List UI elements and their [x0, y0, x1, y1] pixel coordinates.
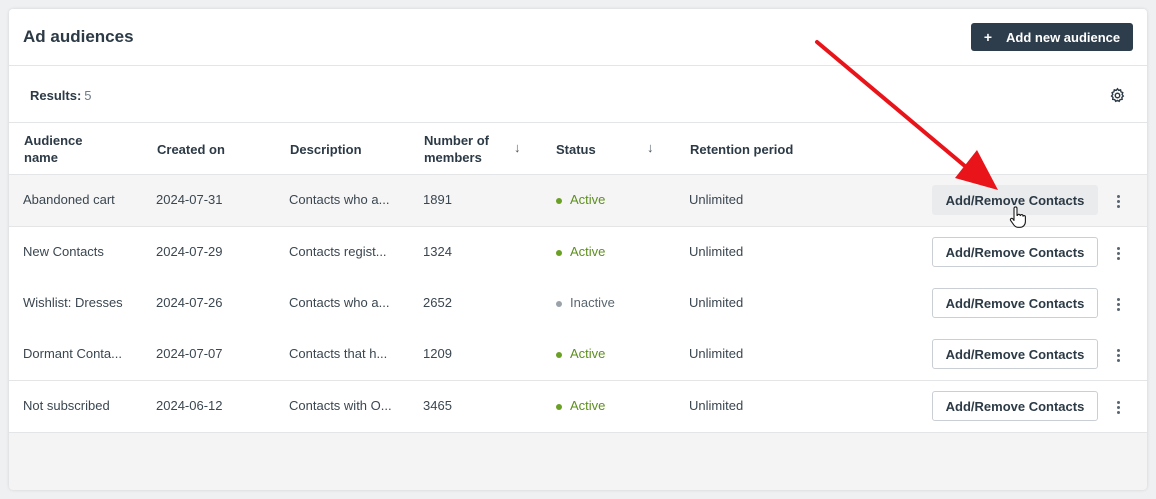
add-remove-contacts-button[interactable]: Add/Remove Contacts — [932, 339, 1098, 369]
status-dot-icon — [556, 198, 562, 204]
results-count: 5 — [84, 88, 92, 103]
table-header: Audience name Created on Description Num… — [9, 123, 1147, 175]
add-remove-contacts-button[interactable]: Add/Remove Contacts — [932, 288, 1098, 318]
sort-down-icon[interactable]: ↓ — [647, 140, 654, 155]
description: Contacts regist... — [289, 244, 387, 259]
results-summary: Results: 5 — [30, 88, 92, 103]
card-header: Ad audiences + Add new audience — [9, 9, 1147, 66]
add-remove-contacts-button[interactable]: Add/Remove Contacts — [932, 237, 1098, 267]
sort-down-icon[interactable]: ↓ — [514, 140, 521, 155]
table-row[interactable]: Dormant Conta... 2024-07-07 Contacts tha… — [9, 329, 1147, 381]
audience-name[interactable]: New Contacts — [23, 244, 104, 259]
status-dot-icon — [556, 250, 562, 256]
column-header-retention-period[interactable]: Retention period — [690, 141, 793, 158]
table-row[interactable]: New Contacts 2024-07-29 Contacts regist.… — [9, 227, 1147, 279]
retention-period: Unlimited — [689, 192, 744, 207]
add-new-audience-label: Add new audience — [1006, 29, 1121, 45]
status-badge: Active — [570, 192, 606, 207]
page-title: Ad audiences — [23, 27, 134, 46]
status-badge: Active — [570, 398, 606, 413]
more-options-icon[interactable] — [1113, 345, 1123, 365]
created-on: 2024-07-31 — [156, 192, 223, 207]
retention-period: Unlimited — [689, 295, 744, 310]
column-header-audience-name[interactable]: Audience name — [24, 132, 104, 166]
status-badge: Inactive — [570, 295, 615, 310]
more-options-icon[interactable] — [1113, 397, 1123, 417]
plus-icon: + — [983, 29, 993, 45]
column-header-number-of-members[interactable]: Number of members — [424, 132, 504, 166]
audience-name[interactable]: Wishlist: Dresses — [23, 295, 123, 310]
member-count: 2652 — [423, 295, 452, 310]
member-count: 1891 — [423, 192, 452, 207]
created-on: 2024-06-12 — [156, 398, 223, 413]
table-row[interactable]: Wishlist: Dresses 2024-07-26 Contacts wh… — [9, 278, 1147, 330]
more-options-icon[interactable] — [1113, 243, 1123, 263]
audience-name[interactable]: Abandoned cart — [23, 192, 115, 207]
results-bar: Results: 5 — [9, 66, 1147, 123]
member-count: 3465 — [423, 398, 452, 413]
description: Contacts who a... — [289, 295, 390, 310]
created-on: 2024-07-26 — [156, 295, 223, 310]
member-count: 1209 — [423, 346, 452, 361]
status-dot-icon — [556, 352, 562, 358]
add-remove-contacts-button[interactable]: Add/Remove Contacts — [932, 391, 1098, 421]
description: Contacts with O... — [289, 398, 392, 413]
status-dot-icon — [556, 301, 562, 307]
created-on: 2024-07-29 — [156, 244, 223, 259]
audience-name[interactable]: Not subscribed — [23, 398, 110, 413]
status-badge: Active — [570, 244, 606, 259]
retention-period: Unlimited — [689, 244, 744, 259]
hand-cursor-icon — [1009, 206, 1026, 228]
retention-period: Unlimited — [689, 346, 744, 361]
audience-name[interactable]: Dormant Conta... — [23, 346, 122, 361]
column-header-created-on[interactable]: Created on — [157, 141, 225, 158]
column-header-status[interactable]: Status — [556, 141, 596, 158]
table-row[interactable]: Not subscribed 2024-06-12 Contacts with … — [9, 381, 1147, 433]
gear-icon[interactable] — [1109, 87, 1126, 104]
audiences-card: Ad audiences + Add new audience Results:… — [9, 9, 1147, 490]
more-options-icon[interactable] — [1113, 294, 1123, 314]
results-label: Results: — [30, 88, 82, 103]
table-row[interactable]: Abandoned cart 2024-07-31 Contacts who a… — [9, 175, 1147, 227]
description: Contacts that h... — [289, 346, 388, 361]
retention-period: Unlimited — [689, 398, 744, 413]
more-options-icon[interactable] — [1113, 191, 1123, 211]
column-header-description[interactable]: Description — [290, 141, 362, 158]
status-dot-icon — [556, 404, 562, 410]
add-new-audience-button[interactable]: + Add new audience — [971, 23, 1133, 51]
created-on: 2024-07-07 — [156, 346, 223, 361]
description: Contacts who a... — [289, 192, 390, 207]
member-count: 1324 — [423, 244, 452, 259]
status-badge: Active — [570, 346, 606, 361]
